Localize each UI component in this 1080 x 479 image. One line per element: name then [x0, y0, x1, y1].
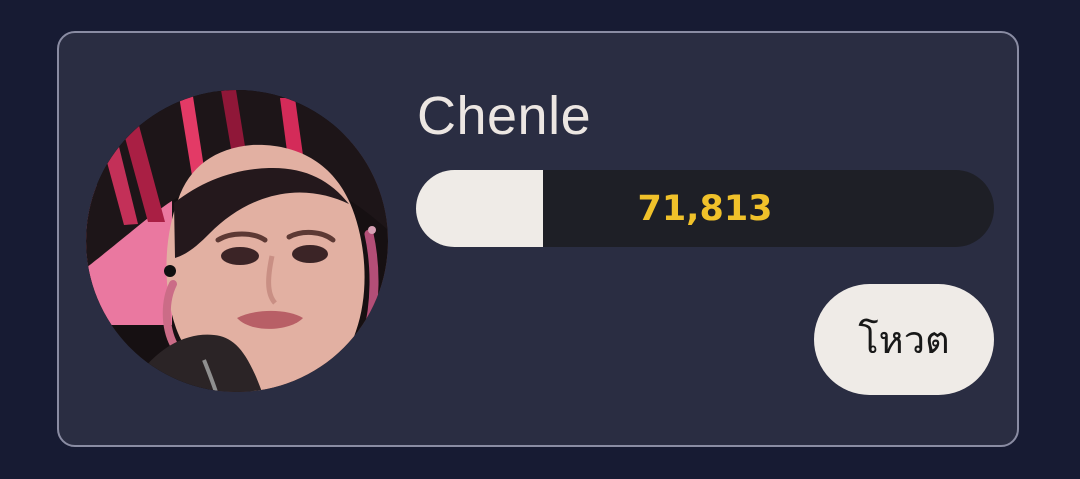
avatar-image	[86, 90, 388, 392]
vote-progress-bar: 71,813	[416, 170, 994, 247]
vote-count: 71,813	[637, 188, 773, 229]
avatar	[86, 90, 388, 392]
vote-button[interactable]: โหวต	[814, 284, 994, 395]
member-name: Chenle	[417, 86, 592, 146]
